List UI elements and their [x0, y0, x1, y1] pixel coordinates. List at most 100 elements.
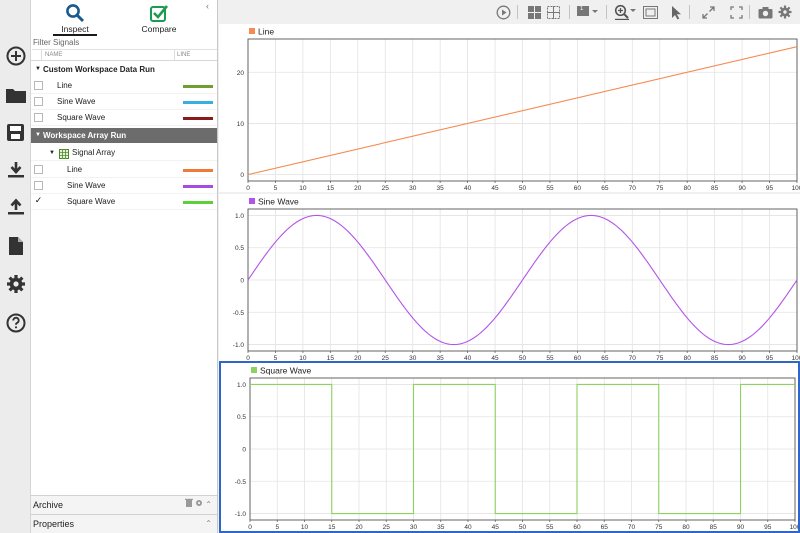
expand-caret-icon[interactable]: ▼	[35, 128, 41, 143]
y-tick-label: -1.0	[233, 342, 245, 349]
settings-gear-icon[interactable]	[3, 271, 28, 296]
layout-grid-icon[interactable]	[525, 3, 543, 21]
import-icon[interactable]	[3, 157, 28, 182]
plot-sine-wave[interactable]: Sine Wave 0 5 10 15 20 25 30 35 40 45 50 55 60 65 70 75 8…	[219, 194, 800, 362]
x-tick-label: 25	[382, 185, 390, 192]
plot-background	[219, 194, 800, 362]
zoom-dropdown[interactable]	[613, 3, 637, 21]
signal-row[interactable]: Sine Wave	[31, 94, 217, 110]
line-color-swatch[interactable]	[183, 101, 213, 104]
x-tick-label: 60	[574, 185, 582, 192]
export-icon[interactable]	[3, 194, 28, 219]
y-tick-label: 0.5	[237, 414, 246, 421]
properties-section[interactable]: Properties ⌃	[31, 514, 217, 533]
legend-label: Square Wave	[260, 366, 311, 376]
y-tick-label: 0	[242, 447, 246, 454]
x-tick-label: 5	[274, 185, 278, 192]
signal-checkbox[interactable]	[34, 165, 43, 174]
legend-swatch	[249, 28, 255, 34]
compare-check-icon	[150, 5, 169, 22]
x-tick-label: 80	[682, 524, 690, 531]
archive-label: Archive	[33, 500, 64, 510]
y-tick-label: 1.0	[237, 382, 246, 389]
plot-area: Line 0 5 10 15 20 25 30 35 40 45 50 55 60 65 70 75 80 85 90…	[219, 24, 800, 533]
save-icon[interactable]	[3, 120, 28, 145]
help-icon[interactable]	[3, 310, 28, 335]
line-color-swatch[interactable]	[183, 201, 213, 204]
column-line-header[interactable]: LINE	[177, 52, 190, 58]
add-new-icon[interactable]	[3, 43, 28, 68]
replay-icon[interactable]	[494, 3, 512, 21]
y-tick-label: 20	[237, 70, 245, 77]
signal-row[interactable]: Line	[31, 162, 217, 178]
line-color-swatch[interactable]	[183, 169, 213, 172]
plot-line-svg: Line 0 5 10 15 20 25 30 35 40 45 50 55 60 65 70 75 80 85 90…	[219, 24, 800, 192]
fullscreen-icon[interactable]	[727, 3, 745, 21]
visualization-type-dropdown[interactable]: 1	[576, 3, 600, 21]
column-header: NAME LINE	[31, 50, 217, 61]
filter-signals-input[interactable]: Filter Signals	[32, 38, 217, 50]
signal-checkbox-checked[interactable]: ✓	[34, 196, 43, 206]
left-rail	[0, 0, 31, 533]
run-name: Workspace Array Run	[43, 131, 127, 140]
x-tick-label: 90	[738, 185, 746, 192]
toolbar-separator	[569, 5, 570, 19]
layout-count-badge: 1	[580, 6, 584, 12]
x-tick-label: 0	[248, 524, 252, 531]
subplot-layout-icon[interactable]	[544, 3, 562, 21]
signal-row[interactable]: Line	[31, 78, 217, 94]
chevron-up-icon[interactable]: ⌃	[205, 519, 212, 528]
run-row-custom-workspace[interactable]: ▼ Custom Workspace Data Run	[31, 62, 217, 77]
tab-inspect[interactable]: Inspect	[35, 0, 115, 36]
x-tick-label: 10	[299, 185, 307, 192]
signal-checkbox[interactable]	[34, 97, 43, 106]
y-tick-label: -0.5	[233, 310, 245, 317]
expand-caret-icon[interactable]: ▼	[49, 145, 55, 161]
x-tick-label: 15	[328, 524, 336, 531]
signal-checkbox[interactable]	[34, 81, 43, 90]
collapse-panel-icon[interactable]: ‹	[206, 1, 209, 11]
y-tick-label: 10	[237, 121, 245, 128]
snapshot-camera-icon[interactable]	[756, 3, 774, 21]
tab-compare[interactable]: Compare	[119, 0, 199, 36]
signal-checkbox[interactable]	[34, 181, 43, 190]
trash-icon[interactable]	[184, 498, 193, 507]
toolbar-separator	[606, 5, 607, 19]
plot-square-svg: Square Wave 0 5 10 15 20 25 30 35 40 45 50 55 60 65 70 7…	[221, 363, 800, 531]
expand-plot-icon[interactable]	[699, 3, 717, 21]
toolbar-separator	[689, 5, 690, 19]
cursor-pointer-icon[interactable]	[667, 3, 685, 21]
archive-section[interactable]: Archive ⌃	[31, 495, 217, 514]
signal-row[interactable]: Square Wave	[31, 110, 217, 126]
line-color-swatch[interactable]	[183, 185, 213, 188]
legend-swatch	[249, 198, 255, 204]
x-tick-label: 0	[246, 185, 250, 192]
x-tick-label: 45	[491, 185, 499, 192]
run-row-workspace-array[interactable]: ▼ Workspace Array Run	[31, 128, 217, 143]
signal-row[interactable]: Sine Wave	[31, 178, 217, 194]
legend-label: Sine Wave	[258, 197, 299, 207]
line-color-swatch[interactable]	[183, 85, 213, 88]
magnifier-icon	[66, 4, 85, 23]
column-separator	[174, 50, 175, 61]
x-tick-label: 50	[519, 524, 527, 531]
signal-checkbox[interactable]	[34, 113, 43, 122]
archive-settings-gear-icon[interactable]	[195, 499, 203, 507]
open-folder-icon[interactable]	[3, 82, 28, 107]
expand-caret-icon[interactable]: ▼	[35, 62, 41, 77]
chevron-up-icon[interactable]: ⌃	[205, 500, 212, 509]
column-name-header[interactable]: NAME	[45, 52, 62, 58]
signal-group-row[interactable]: ▼ Signal Array	[31, 145, 217, 161]
line-color-swatch[interactable]	[183, 117, 213, 120]
x-tick-label: 40	[464, 185, 472, 192]
report-icon[interactable]	[3, 233, 28, 258]
x-tick-label: 95	[764, 524, 772, 531]
signal-row[interactable]: ✓ Square Wave	[31, 194, 217, 210]
plot-square-wave[interactable]: Square Wave 0 5 10 15 20 25 30 35 40 45 50 55 60 65 70 7…	[219, 361, 800, 533]
plot-line[interactable]: Line 0 5 10 15 20 25 30 35 40 45 50 55 60 65 70 75 80 85 90…	[219, 24, 800, 192]
plot-settings-gear-icon[interactable]	[776, 3, 794, 21]
signal-name: Sine Wave	[57, 97, 96, 106]
fit-to-view-icon[interactable]	[641, 3, 659, 21]
x-tick-label: 65	[601, 185, 609, 192]
x-tick-label: 40	[464, 524, 472, 531]
